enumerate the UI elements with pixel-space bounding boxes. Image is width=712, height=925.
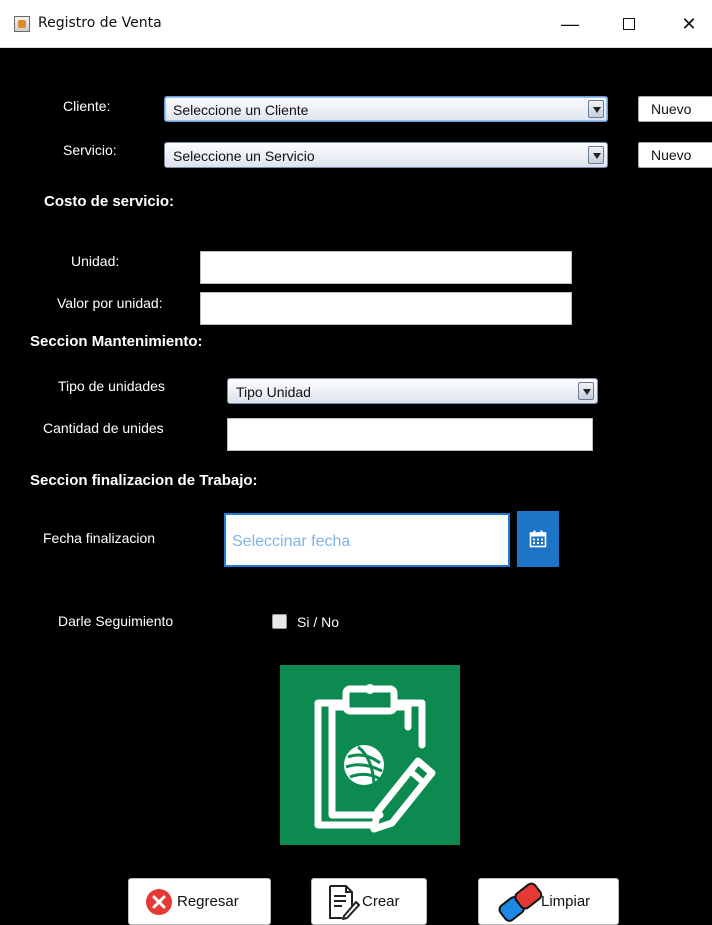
seguimiento-checkbox-label[interactable]: Si / No [297,614,339,630]
close-circle-icon [146,888,172,915]
cliente-label: Cliente: [63,98,111,114]
window-title: Registro de Venta [38,15,162,31]
calendar-icon [529,530,547,548]
regresar-button[interactable]: Regresar [128,878,271,925]
valor-unidad-input[interactable] [200,292,572,325]
minimize-button[interactable]: — [547,0,593,48]
finalizacion-section-header: Seccion finalizacion de Trabajo: [30,472,258,489]
maximize-button[interactable] [606,0,652,48]
mantenimiento-section-header: Seccion Mantenimiento: [30,333,203,350]
regresar-label: Regresar [177,893,239,910]
window-titlebar: Registro de Venta — ✕ [0,0,712,48]
chevron-down-icon[interactable] [578,382,594,400]
unidad-input[interactable] [200,251,572,284]
close-button[interactable]: ✕ [666,0,712,48]
limpiar-button[interactable]: Limpiar [478,878,619,925]
chevron-down-icon[interactable] [588,146,604,164]
cantidad-unidades-label: Cantidad de unides [43,420,164,436]
java-app-icon [14,16,30,32]
tipo-unidad-select[interactable]: Tipo Unidad [227,378,598,404]
cliente-select-value: Seleccione un Cliente [173,102,309,118]
document-edit-icon [329,884,360,920]
fecha-finalizacion-label: Fecha finalizacion [43,530,156,546]
tipo-unidad-select-value: Tipo Unidad [236,384,311,400]
eraser-icon [498,882,543,922]
cliente-select[interactable]: Seleccione un Cliente [164,96,608,122]
servicio-select-value: Seleccione un Servicio [173,148,315,164]
crear-button[interactable]: Crear [311,878,427,925]
fecha-finalizacion-input[interactable]: Seleccinar fecha [224,513,510,567]
cantidad-unidades-input[interactable] [227,418,593,451]
servicio-select[interactable]: Seleccione un Servicio [164,142,608,168]
registro-logo [280,665,460,845]
calendar-button[interactable] [517,511,559,567]
crear-label: Crear [362,893,400,910]
unidad-label: Unidad: [71,253,120,269]
fecha-placeholder: Seleccinar fecha [232,533,351,550]
valor-unidad-label: Valor por unidad: [57,295,163,311]
seguimiento-label: Darle Seguimiento [58,613,174,629]
maximize-icon [623,18,635,30]
limpiar-label: Limpiar [541,893,591,910]
costo-section-header: Costo de servicio: [44,193,175,210]
clipboard-yarn-pencil-icon [314,684,436,833]
servicio-label: Servicio: [63,142,117,158]
nuevo-servicio-button[interactable]: Nuevo [638,142,712,168]
tipo-unidades-label: Tipo de unidades [58,378,165,394]
nuevo-cliente-button[interactable]: Nuevo [638,96,712,122]
seguimiento-checkbox[interactable] [272,614,287,629]
chevron-down-icon[interactable] [588,100,604,118]
